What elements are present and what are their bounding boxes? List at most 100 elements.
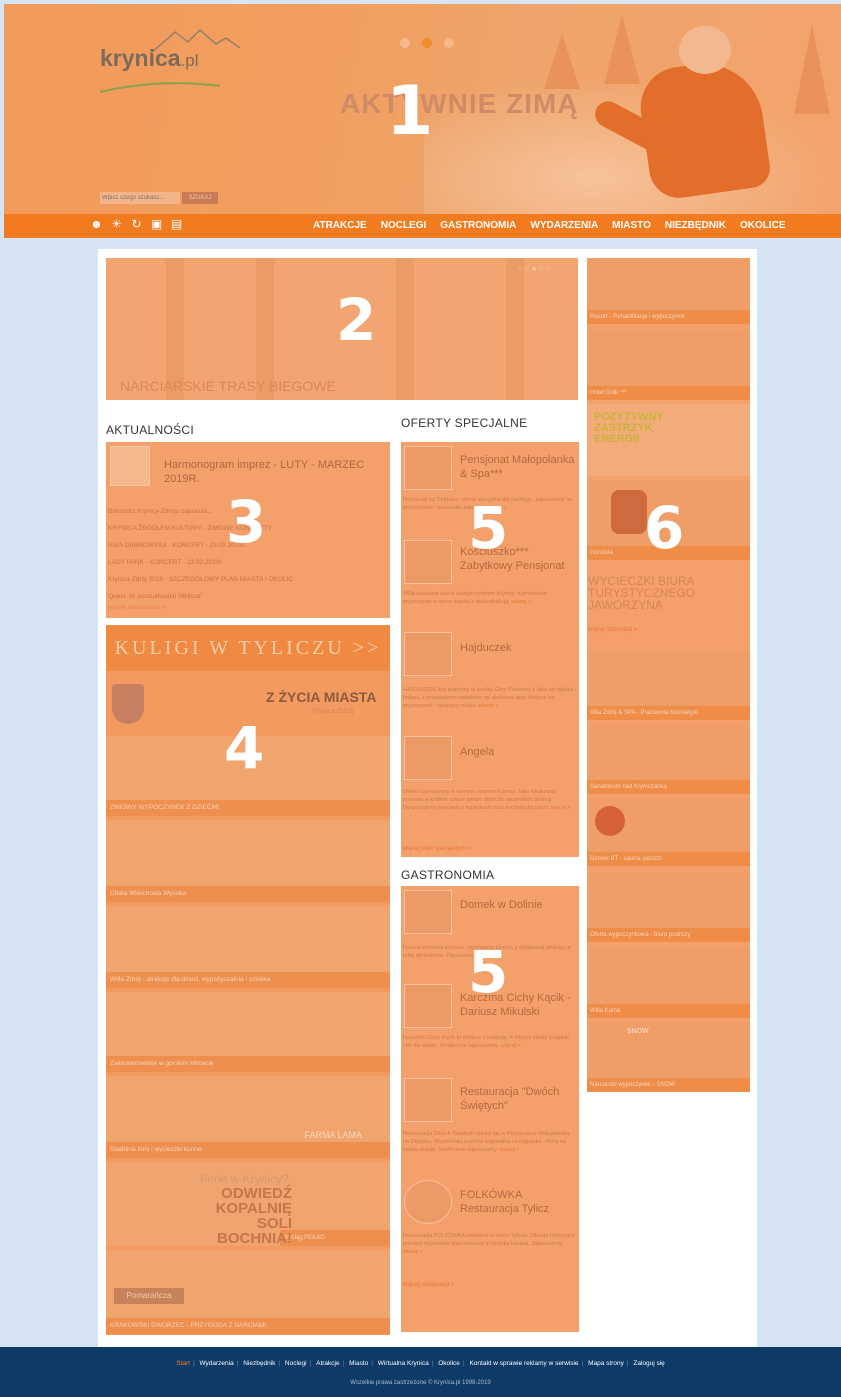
footer-link-zaloguj[interactable]: Zaloguj się (630, 1360, 667, 1367)
ad-tile-pomarancza[interactable]: Pomarańcza KRAKOWSKI DWORZEC - PRZYGODA … (106, 1250, 390, 1334)
nav-item-niezbednik[interactable]: NIEZBĘDNIK (658, 214, 733, 238)
gastro-thumbnail[interactable] (404, 1078, 452, 1122)
town-crest-icon (112, 684, 144, 724)
ad-tile-zakwaterowanie[interactable]: Zakwaterowanie w górskim klimacie (106, 992, 390, 1072)
nav-item-gastronomia[interactable]: GASTRONOMIA (433, 214, 523, 238)
offer-title[interactable]: Hajduczek (460, 641, 575, 655)
sidebar-caption: Villa Zdrój & SPA - Pracownia Kosmetyki (587, 706, 750, 720)
gastro-desc-text: Restauracja FOLKÓWKA położona w sercu Ty… (403, 1233, 575, 1247)
overlay-number-5b: 5 (468, 938, 509, 1006)
offer-title[interactable]: Angela (460, 745, 575, 759)
weather-icon[interactable]: ☀ (110, 218, 123, 231)
nav-item-miasto[interactable]: MIASTO (605, 214, 658, 238)
sidebar-caption: Willa Kama (587, 1004, 750, 1018)
footer-link-niezbednik[interactable]: Niezbędnik (240, 1360, 278, 1367)
banner-pager[interactable]: ○○●○○ (518, 264, 552, 273)
slider-dot[interactable] (400, 38, 410, 48)
offer-more-link[interactable]: więcej » (511, 599, 531, 605)
nav-item-okolice[interactable]: OKOLICE (733, 214, 793, 238)
nav-menu: ATRAKCJE NOCLEGI GASTRONOMIA WYDARZENIA … (306, 214, 793, 238)
nav-item-noclegi[interactable]: NOCLEGI (374, 214, 434, 238)
ad-tile-farma-lama[interactable]: FARMA LAMA Stadnina koni i wycieczki kon… (106, 1076, 390, 1158)
nav-icons: ☻ ☀ ↻ ▣ ▤ (90, 218, 183, 231)
user-icon[interactable]: ☻ (90, 218, 103, 231)
tree-trunk-shape (506, 258, 524, 400)
offers-more-link[interactable]: więcej ofert specjalnych » (403, 846, 471, 852)
biuro-heading[interactable]: WYCIECZKI BIURA TURYSTYCZNEGO JAWORZYNA (588, 575, 748, 611)
footer-link-noclegi[interactable]: Noclegi (282, 1360, 310, 1367)
footer-link-okolice[interactable]: Okolice (435, 1360, 463, 1367)
zycie-miasta-subtitle: Krynica-Zdrój (312, 708, 354, 715)
site-logo[interactable]: krynica.pl (100, 45, 199, 72)
gastro-heading: GASTRONOMIA (401, 868, 495, 882)
offer-title[interactable]: Pensjonat Małopolanka & Spa*** (460, 453, 575, 481)
offer-thumbnail[interactable] (404, 632, 452, 676)
biuro-more-link[interactable]: więcej informacji » (588, 627, 637, 633)
tree-shape (544, 34, 580, 89)
offer-thumbnail[interactable] (404, 736, 452, 780)
banner-caption[interactable]: NARCIARSKIE TRASY BIEGOWE (120, 378, 336, 394)
footer: Start | Wydarzenia | Niezbędnik | Noclegi | … (0, 1347, 841, 1397)
ad-caption: Wyciąg PEKAO (280, 1230, 390, 1246)
gastro-title[interactable]: Restauracja "Dwóch Świętych" (460, 1085, 575, 1113)
footer-link-mapa[interactable]: Mapa strony (585, 1360, 627, 1367)
image-icon[interactable]: ▤ (170, 218, 183, 231)
gastro-thumbnail[interactable] (404, 984, 452, 1028)
offer-description: Willa położona jest w ścisłym centrum Kr… (403, 590, 576, 606)
overlay-number-4: 4 (224, 714, 265, 782)
zycie-miasta-title[interactable]: Z ŻYCIA MIASTA (266, 689, 376, 705)
offer-thumbnail[interactable] (404, 446, 452, 490)
offer-more-link[interactable]: więcej » (478, 703, 498, 709)
sidebar-tile-snow[interactable]: SNOW Narciarski wypoczynek - SNOW (587, 1022, 750, 1092)
gastro-more-link[interactable]: więcej » (403, 1249, 423, 1255)
ad-caption: ZIMOWY WYPOCZYNEK Z DZIEĆMI (106, 800, 390, 816)
footer-link-start[interactable]: Start (173, 1360, 193, 1367)
footer-link-atrakcje[interactable]: Atrakcje (313, 1360, 342, 1367)
footer-link-miasto[interactable]: Miasto (346, 1360, 371, 1367)
search-input[interactable] (100, 192, 180, 204)
offer-thumbnail[interactable] (404, 540, 452, 584)
gastro-title[interactable]: Domek w Dolinie (460, 898, 575, 912)
nav-item-atrakcje[interactable]: ATRAKCJE (306, 214, 374, 238)
news-more-link[interactable]: więcej aktualności » (108, 604, 166, 611)
footer-link-kontakt[interactable]: Kontakt w sprawie reklamy w serwisie (466, 1360, 581, 1367)
overlay-number-5: 5 (468, 494, 509, 562)
sidebar-tile-hotel[interactable]: Hotel Orlik *** (587, 330, 750, 400)
sidebar-tile-villa-spa[interactable]: Villa Zdrój & SPA - Pracownia Kosmetyki (587, 652, 750, 720)
offer-more-link[interactable]: więcej » (551, 805, 571, 811)
camera-icon[interactable]: ▣ (150, 218, 163, 231)
footer-links: Start | Wydarzenia | Niezbędnik | Noclegi | … (0, 1360, 841, 1367)
sidebar-tile-willa-kama[interactable]: Willa Kama (587, 948, 750, 1018)
gastro-more-link[interactable]: więcej » (501, 1043, 521, 1049)
sidebar-tile-resort[interactable]: Resort - Rehabilitacja i wypoczynek (587, 258, 750, 324)
ad-tile-chata[interactable]: Chata Wierchowa Wysoka (106, 820, 390, 902)
footer-link-wydarzenia[interactable]: Wydarzenia (196, 1360, 236, 1367)
ad-caption: Stadnina koni i wycieczki konne (106, 1142, 390, 1158)
news-item[interactable]: Krynica-Zdrój 2018 - SZCZEGÓŁOWY PLAN MI… (108, 571, 388, 588)
pomarancza-logo: Pomarańcza (114, 1288, 184, 1304)
sidebar-tile-domek[interactable]: Domek BT - sauna, jacuzzi (587, 798, 750, 866)
gastro-more-link[interactable]: więcej » (500, 1147, 520, 1153)
gastro-more-link-all[interactable]: więcej restauracji » (403, 1282, 454, 1288)
ad-tile-willa-zdroj[interactable]: Willa Zdrój - atrakcje dla dzieci, wypoż… (106, 906, 390, 988)
gastro-thumbnail[interactable] (404, 1180, 452, 1224)
overlay-number-6: 6 (644, 494, 685, 562)
gastro-thumbnail[interactable] (404, 890, 452, 934)
gastro-description: Karczma Cichy Kącik to miejsce z tradycj… (403, 1034, 576, 1050)
refresh-icon[interactable]: ↻ (130, 218, 143, 231)
bochnia-line2: ODWIEDŹ KOPALNIĘ SOLI BOCHNIA! (215, 1185, 292, 1247)
footer-link-wirtualna[interactable]: Wirtualna Krynica (375, 1360, 432, 1367)
sidebar-tile-sanatorium[interactable]: Sanatorium nad Kryniczanką (587, 726, 750, 794)
gastro-desc-text: Restauracja Dwóch Świętych mieści się w … (403, 1131, 570, 1153)
news-thumbnail[interactable] (110, 446, 150, 486)
news-item[interactable]: Quest „W poszukiwaniu Nikifora” (108, 588, 388, 605)
gastro-title[interactable]: FOLKÓWKA Restauracja Tylicz (460, 1188, 575, 1216)
sidebar-tile-biuro[interactable]: Oferta wypoczynkowa - biuro podróży (587, 872, 750, 942)
nav-item-wydarzenia[interactable]: WYDARZENIA (523, 214, 605, 238)
search-button[interactable]: SZUKAJ (182, 192, 218, 204)
news-title[interactable]: Harmonogram imprez - LUTY - MARZEC 2019R… (164, 458, 384, 486)
news-item[interactable]: LADY PANK - KONCERT - 23.02.2019r. (108, 554, 388, 571)
kuligi-banner[interactable]: KULIGI W TYLICZU >> (106, 625, 390, 671)
slider-dot[interactable] (444, 38, 454, 48)
slider-dot-active[interactable] (422, 38, 432, 48)
